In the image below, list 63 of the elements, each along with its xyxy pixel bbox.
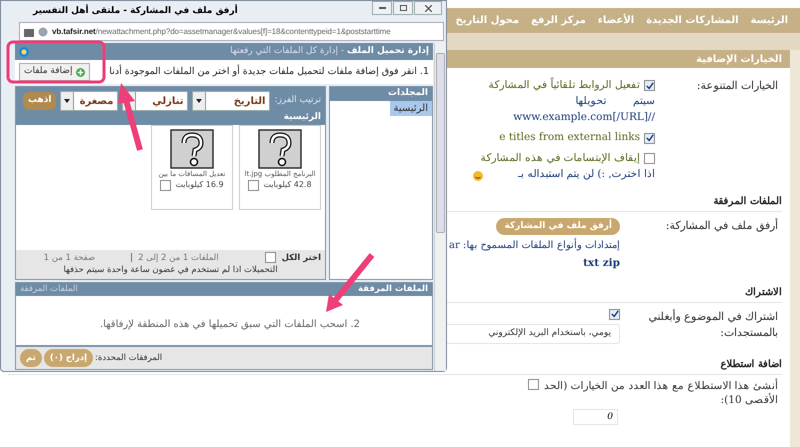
close-icon <box>424 4 432 12</box>
address-bar[interactable]: vb.tafsir.net/newattachment.php?do=assetmanager&values[f]=18&contenttypeid=1&poststarttime <box>19 22 444 41</box>
section-heading: الملفات المرفقة <box>714 196 782 206</box>
caret-icon <box>64 99 70 103</box>
minimize-button[interactable] <box>372 1 392 15</box>
option-note: اذا اخترت, :) لن يتم استبداله بـ <box>518 166 655 182</box>
checkbox[interactable] <box>644 153 655 164</box>
drop-hint: 2. اسحب الملفات التي سبق تحميلها في هذه المنطقة لإرفاقها. <box>100 318 360 332</box>
checkbox[interactable] <box>248 180 260 190</box>
question-mark-icon <box>170 128 214 168</box>
checkbox[interactable] <box>644 80 655 92</box>
url-text: vb.tafsir.net/newattachment.php?do=assetmanager&values[f]=18&contenttypeid=1&poststarttime <box>52 26 391 38</box>
allowed-extensions: إمتدادات وأنواع الملفات المسموح بها: ar <box>448 238 620 253</box>
notice-text: التحميلات اذا لم تستخدم في غضون ساعة واحدة سيتم حذفها <box>62 264 279 277</box>
caret-icon <box>196 99 202 103</box>
checkbox[interactable] <box>528 378 539 390</box>
folder-item[interactable]: الرئيسية <box>390 100 432 116</box>
option-note: سيتم تحويلها <box>575 94 655 109</box>
sort-select[interactable]: مصغرة <box>60 91 118 111</box>
attached-heading: الملفات المرفقة <box>358 283 428 296</box>
selected-attachments-label: المرفقات المحددة: <box>95 352 162 364</box>
question-mark-icon <box>258 128 302 168</box>
close-button[interactable] <box>414 1 442 15</box>
annotation-arrow <box>118 83 143 151</box>
add-files-button[interactable]: إضافة ملفات <box>19 63 90 81</box>
option-label: إيقاف الإبتسامات في هذه المشاركة <box>480 151 640 166</box>
select-all-label: اختر الكل <box>282 252 321 264</box>
section-heading: الاشتراك <box>745 286 782 298</box>
subscribe-label: اشتراك في الموضوع وأبغلني بالمستجدات: <box>648 308 778 342</box>
checkbox[interactable] <box>609 308 620 320</box>
folders-heading: المجلدات <box>330 87 432 100</box>
attach-label: أرفق ملف في المشاركة: <box>664 218 778 234</box>
sort-select[interactable]: التاريخ <box>192 91 270 111</box>
poll-count-field[interactable]: 0 <box>573 408 618 425</box>
allowed-extensions: txt zip <box>583 256 620 271</box>
option-label: تفعيل الروابط تلقائياً في المشاركة <box>488 78 640 93</box>
maximize-button[interactable] <box>393 1 413 15</box>
file-size: 16.9 كيلوبايت <box>175 179 224 191</box>
option-note: //www.example.com[/URL] <box>513 110 655 124</box>
check-icon <box>646 82 654 90</box>
folder-title: الرئيسية <box>282 111 321 124</box>
option-label: e titles from external links <box>499 130 640 146</box>
help-icon <box>19 46 29 56</box>
checkbox[interactable] <box>160 180 172 190</box>
dialog-title: إدارة تحميل الملف - إدارة كل الملفات التي رفعتها <box>230 44 429 58</box>
window-title: أرفق ملف في المشاركة - ملتقى أهل التفسير <box>33 4 238 18</box>
instruction-text: 1. انقر فوق إضافة ملفات لتحميل ملفات جديدة أو اختر من الملفات الموجودة أدنا <box>109 64 429 79</box>
section-title: الخيارات الإضافية <box>696 52 782 66</box>
page-icon <box>24 26 34 36</box>
file-size: 42.8 كيلوبايت <box>263 179 312 191</box>
misc-options-label: الخيارات المتنوعة: <box>696 78 778 94</box>
globe-icon <box>38 26 48 36</box>
page-count: صفحة 1 من 1 <box>44 252 96 264</box>
check-icon <box>610 310 618 318</box>
checkbox[interactable] <box>644 132 655 144</box>
file-count: الملفات 1 من 2 إلى 2 <box>138 252 219 264</box>
attached-heading-faded: الملفات المرفقة <box>20 283 78 296</box>
section-heading: اضافة استطلاع <box>720 358 782 370</box>
plus-icon <box>76 68 86 76</box>
sort-label: ترتيب الفرز: <box>274 94 321 108</box>
check-icon <box>646 134 654 142</box>
poll-label: أنشئ هذا الاستطلاع مع هذا العدد من الخيارات (الحد الأقصى 10): <box>543 378 778 407</box>
checkbox[interactable] <box>264 252 276 264</box>
